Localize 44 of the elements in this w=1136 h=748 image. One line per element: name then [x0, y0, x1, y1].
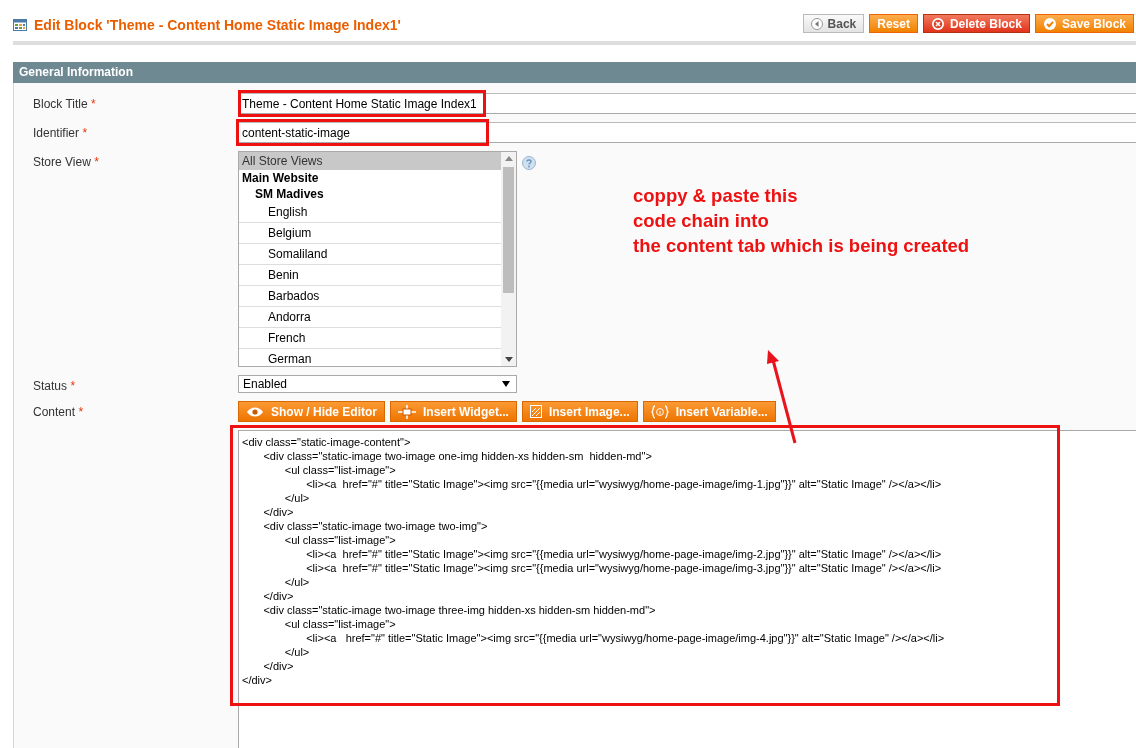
text-field[interactable]: Theme - Content Home Static Image Index1	[238, 93, 1136, 114]
store-option[interactable]: Belgium	[239, 223, 501, 244]
required-mark: *	[78, 405, 84, 419]
page-title: Edit Block 'Theme - Content Home Static Image Index1'	[34, 17, 402, 33]
required-mark: *	[91, 97, 96, 111]
close-icon	[930, 16, 945, 31]
required-mark: *	[94, 155, 99, 169]
dropdown-arrow-icon	[502, 381, 510, 387]
scrollbar[interactable]	[501, 152, 516, 366]
status-select[interactable]: Enabled	[238, 375, 517, 393]
store-option[interactable]: Benin	[239, 265, 501, 286]
store-option[interactable]: All Store Views	[239, 152, 501, 170]
store-option[interactable]: French	[239, 328, 501, 349]
store-option[interactable]: Main Website	[239, 170, 501, 186]
store-option[interactable]: Andorra	[239, 307, 501, 328]
annotation-text: coppy & paste this	[633, 184, 799, 208]
help-icon[interactable]	[522, 156, 536, 170]
grid-icon	[13, 19, 27, 31]
braces-icon	[650, 404, 669, 419]
annotation-text: code chain into	[633, 209, 770, 233]
field-label: Content	[33, 405, 76, 419]
required-mark: *	[82, 126, 88, 140]
field-label: Status	[33, 379, 68, 393]
content-textarea[interactable]: <div class="static-image-content"> <div class="static-image two-image one-img hidden-xs hidden-sm hidden-md"> <ul class="list-image"> <li><a href="#" title="Static Image"><img src="{{media url="wysiwyg/home-page-image/img-1.jpg"}}" alt="Static Image" /></a></li> </ul> </div> <div class="static-image two-image two-img"> <ul class="list-image"> <li><a href="#" title="Static Image"><img src="{{media url="wysiwyg/home-page-image/img-2.jpg"}}" alt="Static Image" /></a></li> <li><a href="#" title="Static Image"><img src="{{media url="wysiwyg/home-page-image/img-3.jpg"}}" alt="Static Image" /></a></li> </ul> </div> <div class="static-image two-image three-img hidden-xs hidden-sm hidden-md"> <ul class="list-image"> <li><a href="#" title="Static Image"><img src="{{media url="wysiwyg/home-page-image/img-4.jpg"}}" alt="Static Image" /></a></li> </ul> </div> </div>	[238, 430, 1136, 748]
check-icon	[1042, 16, 1057, 31]
eye-icon	[246, 405, 264, 418]
section-header: General Information	[13, 62, 1136, 83]
up-arrow-icon[interactable]	[504, 156, 513, 161]
store-option[interactable]: English	[239, 202, 501, 223]
delete-button[interactable]: Delete Block	[922, 14, 1030, 33]
store-option[interactable]: Somaliland	[239, 244, 501, 265]
field-label: Block Title	[33, 97, 88, 111]
store-option[interactable]: Barbados	[239, 286, 501, 307]
required-mark: *	[70, 379, 76, 393]
store-view-list[interactable]: All Store Views Main Website SM Madives English Belgium Somaliland Benin Barbados Andorra French German	[238, 151, 517, 367]
annotation-text: the content tab which is being created	[633, 234, 970, 258]
store-option[interactable]: SM Madives	[239, 186, 501, 202]
image-icon	[529, 405, 542, 418]
down-arrow-icon[interactable]	[504, 357, 513, 362]
text-field[interactable]: content-static-image	[238, 122, 1136, 143]
field-label: Store View	[33, 155, 91, 169]
field-label: Identifier	[33, 126, 80, 140]
back-button[interactable]: Back	[802, 14, 865, 33]
crosshair-icon	[398, 404, 416, 419]
